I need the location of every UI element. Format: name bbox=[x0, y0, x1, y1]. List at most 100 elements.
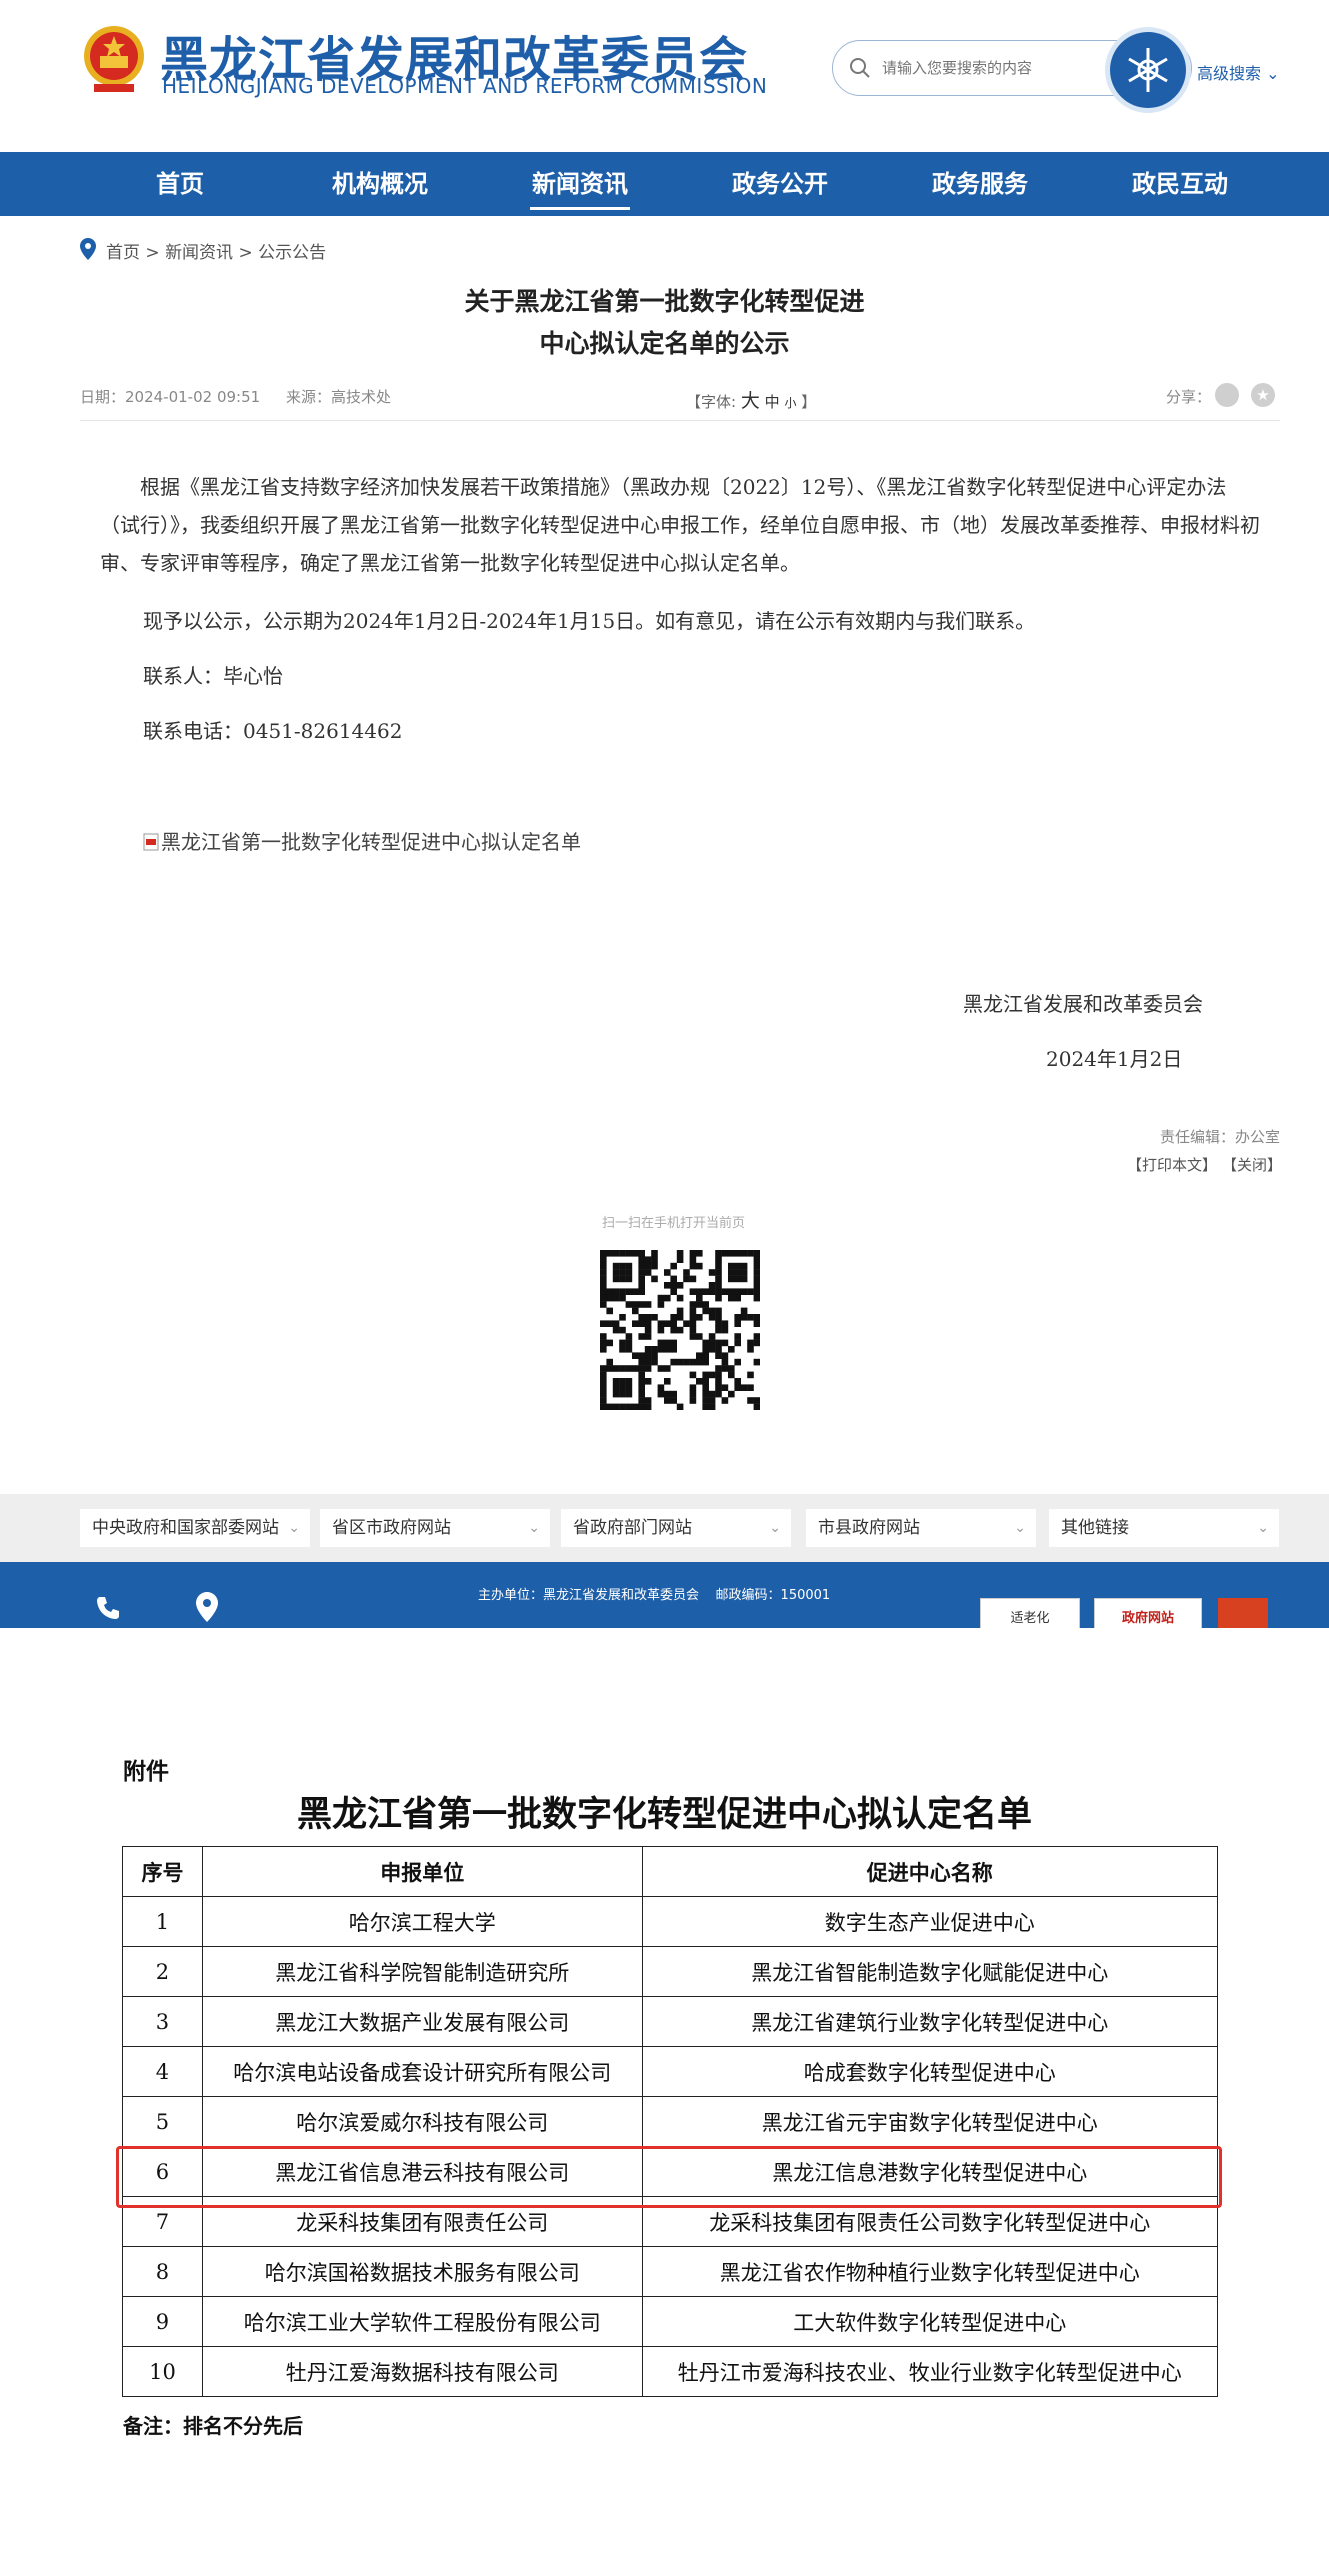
breadcrumb-home[interactable]: 首页 bbox=[106, 243, 140, 263]
qr-module bbox=[740, 1262, 748, 1270]
qr-module bbox=[734, 1269, 741, 1276]
qr-module bbox=[747, 1384, 754, 1391]
font-label-close: 】 bbox=[801, 393, 817, 411]
qr-module bbox=[606, 1320, 613, 1327]
qr-module bbox=[657, 1326, 665, 1334]
qr-module bbox=[708, 1307, 716, 1315]
qr-module bbox=[644, 1403, 652, 1410]
table-row: 1 哈尔滨工程大学 数字生态产业促进中心 bbox=[122, 1896, 1219, 1947]
qr-module bbox=[715, 1378, 722, 1385]
share-icon[interactable] bbox=[1215, 383, 1239, 407]
close-link[interactable]: 【关闭】 bbox=[1222, 1154, 1282, 1175]
qr-module bbox=[702, 1371, 709, 1379]
qr-module bbox=[676, 1358, 684, 1366]
chevron-down-icon: ⌄ bbox=[288, 1520, 300, 1536]
elderly-friendly-badge[interactable]: 适老化 bbox=[980, 1598, 1080, 1628]
column-header: 申报单位 bbox=[201, 1846, 643, 1897]
qr-module bbox=[683, 1320, 690, 1327]
qr-module bbox=[715, 1384, 722, 1391]
font-medium-button[interactable]: 中 bbox=[765, 393, 780, 411]
qr-module bbox=[664, 1320, 671, 1327]
qr-module bbox=[689, 1333, 697, 1340]
qr-module bbox=[625, 1365, 633, 1372]
link-select-departments[interactable]: 省政府部门网站 ⌄ bbox=[561, 1509, 791, 1547]
qr-module bbox=[612, 1320, 620, 1327]
qr-module bbox=[638, 1397, 645, 1404]
search-button[interactable] bbox=[1110, 32, 1186, 108]
font-large-button[interactable]: 大 bbox=[741, 390, 760, 412]
phone-icon[interactable] bbox=[94, 1594, 122, 1622]
qr-module bbox=[689, 1390, 697, 1398]
qr-module bbox=[747, 1397, 754, 1404]
qr-module bbox=[728, 1250, 735, 1257]
qr-module bbox=[600, 1282, 607, 1289]
share-label: 分享： bbox=[1166, 388, 1212, 406]
article-date: 日期：2024-01-02 09:51 bbox=[80, 388, 261, 406]
national-emblem-icon bbox=[84, 26, 144, 92]
link-select-provinces[interactable]: 省区市政府网站 ⌄ bbox=[320, 1509, 550, 1547]
print-link[interactable]: 【打印本文】 bbox=[1127, 1154, 1217, 1175]
qr-module bbox=[625, 1262, 633, 1270]
link-select-other[interactable]: 其他链接 ⌄ bbox=[1049, 1509, 1279, 1547]
qr-module bbox=[638, 1275, 645, 1283]
qr-module bbox=[721, 1352, 729, 1359]
qr-module bbox=[632, 1403, 639, 1410]
article-paragraph-2: 现予以公示，公示期为2024年1月2日-2024年1月15日。如有意见，请在公示… bbox=[143, 609, 1036, 633]
qr-module bbox=[644, 1269, 652, 1276]
qr-module bbox=[644, 1346, 652, 1353]
qr-module bbox=[644, 1378, 652, 1385]
qr-module bbox=[689, 1250, 697, 1257]
breadcrumb-notice[interactable]: 公示公告 bbox=[258, 243, 326, 263]
gov-website-badge[interactable]: 政府网站 bbox=[1094, 1598, 1202, 1628]
qr-module bbox=[664, 1378, 671, 1385]
gov-error-badge[interactable] bbox=[1218, 1598, 1268, 1628]
qr-module bbox=[715, 1390, 722, 1398]
qr-module bbox=[728, 1275, 735, 1283]
qr-module bbox=[721, 1339, 729, 1347]
qr-module bbox=[702, 1307, 709, 1315]
qr-module bbox=[734, 1314, 741, 1321]
font-small-button[interactable]: 小 bbox=[784, 396, 796, 410]
qr-module bbox=[753, 1269, 760, 1276]
breadcrumb-news[interactable]: 新闻资讯 bbox=[165, 243, 233, 263]
signature-date: 2024年1月2日 bbox=[1046, 1047, 1183, 1071]
qr-module bbox=[612, 1365, 620, 1372]
link-select-label: 市县政府网站 bbox=[818, 1518, 920, 1538]
map-pin-icon[interactable] bbox=[196, 1592, 218, 1622]
chevron-down-icon: ⌄ bbox=[769, 1520, 781, 1536]
qr-module bbox=[753, 1358, 760, 1366]
nav-gov-services[interactable]: 政务服务 bbox=[880, 152, 1080, 216]
qr-module bbox=[625, 1275, 633, 1283]
qr-module bbox=[721, 1358, 729, 1366]
qr-caption: 扫一扫在手机打开当前页 bbox=[602, 1216, 746, 1231]
star-icon[interactable]: ★ bbox=[1251, 383, 1275, 407]
qr-module bbox=[600, 1256, 607, 1263]
link-select-central[interactable]: 中央政府和国家部委网站 ⌄ bbox=[80, 1509, 310, 1547]
qr-module bbox=[734, 1262, 741, 1270]
contact-phone: 联系电话：0451-82614462 bbox=[143, 719, 403, 743]
qr-module bbox=[657, 1339, 665, 1347]
qr-module bbox=[644, 1326, 652, 1334]
table-cell: 哈尔滨工业大学软件工程股份有限公司 bbox=[201, 2296, 643, 2347]
qr-module bbox=[612, 1262, 620, 1270]
link-select-cities[interactable]: 市县政府网站 ⌄ bbox=[806, 1509, 1036, 1547]
qr-module bbox=[606, 1339, 613, 1347]
table-cell: 哈尔滨国裕数据技术服务有限公司 bbox=[201, 2246, 643, 2297]
nav-interaction[interactable]: 政民互动 bbox=[1080, 152, 1280, 216]
qr-module bbox=[664, 1282, 671, 1289]
nav-gov-affairs[interactable]: 政务公开 bbox=[680, 152, 880, 216]
qr-module bbox=[696, 1262, 703, 1270]
attachment-link[interactable]: 黑龙江省第一批数字化转型促进中心拟认定名单 bbox=[161, 826, 581, 855]
qr-module bbox=[747, 1314, 754, 1321]
pdf-icon bbox=[143, 833, 159, 851]
qr-module bbox=[734, 1384, 741, 1391]
qr-module bbox=[638, 1262, 645, 1270]
advanced-search-link[interactable]: 高级搜索 ⌄ bbox=[1197, 60, 1280, 84]
qr-module bbox=[728, 1262, 735, 1270]
qr-module bbox=[625, 1390, 633, 1398]
nav-organization[interactable]: 机构概况 bbox=[280, 152, 480, 216]
qr-module bbox=[638, 1358, 645, 1366]
search-input[interactable] bbox=[880, 52, 1114, 84]
related-links-bar: 中央政府和国家部委网站 ⌄ 省区市政府网站 ⌄ 省政府部门网站 ⌄ 市县政府网站 ⌄ 其… bbox=[0, 1494, 1329, 1562]
nav-home[interactable]: 首页 bbox=[80, 152, 280, 216]
